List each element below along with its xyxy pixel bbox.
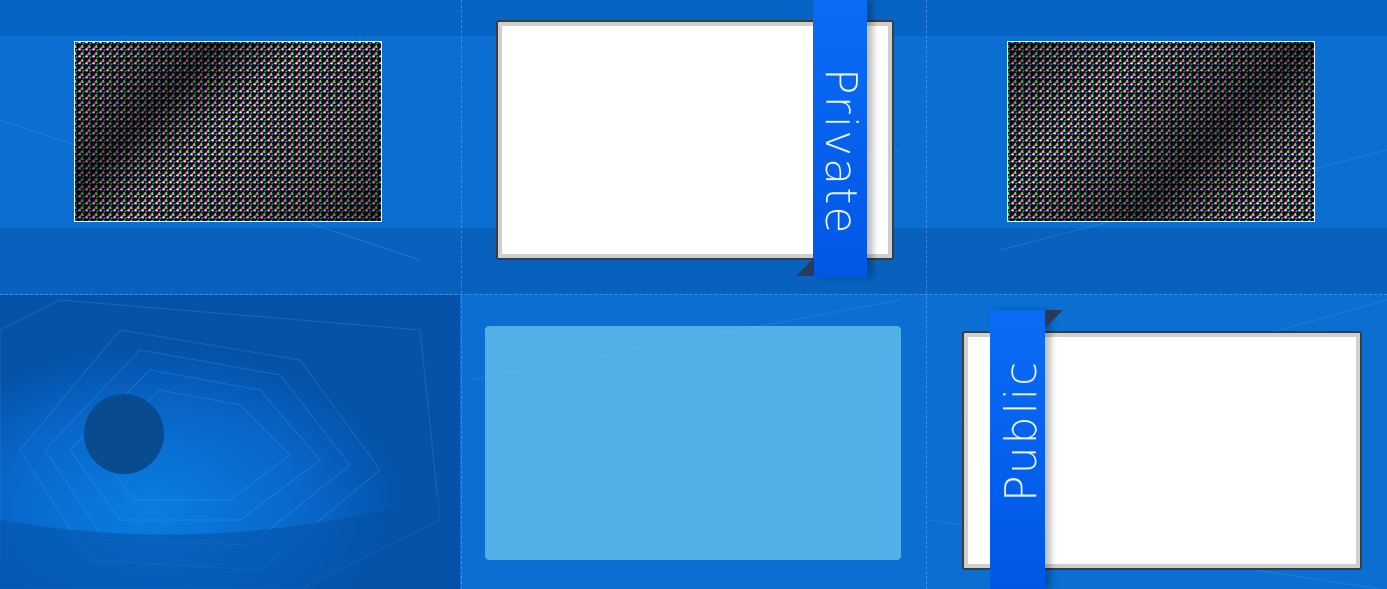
public-label: Public bbox=[996, 359, 1047, 502]
private-label: Private bbox=[815, 68, 866, 236]
circle-icon bbox=[84, 394, 164, 474]
ribbon-fold bbox=[1045, 310, 1063, 328]
private-ribbon[interactable]: Private bbox=[813, 0, 867, 278]
thumbnail-top-left[interactable] bbox=[74, 41, 382, 222]
public-ribbon[interactable]: Public bbox=[990, 310, 1047, 589]
thumbnail-top-right[interactable] bbox=[1007, 41, 1315, 222]
ribbon-fold bbox=[796, 258, 814, 276]
grid-divider-horizontal bbox=[0, 294, 1387, 295]
glass-panel[interactable] bbox=[485, 326, 901, 560]
